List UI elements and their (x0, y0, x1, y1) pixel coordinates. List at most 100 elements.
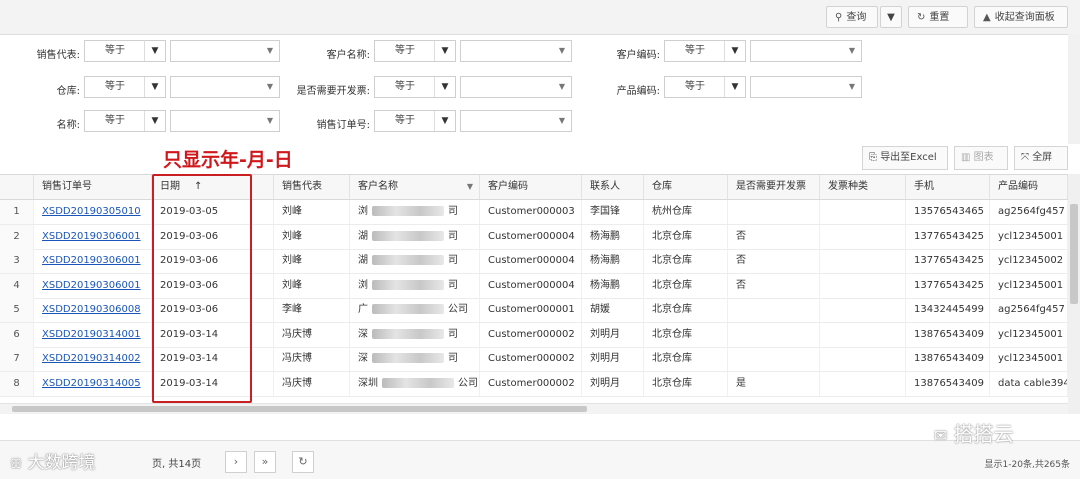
search-dropdown-button[interactable]: ▼ (880, 6, 902, 28)
name-label: 名称: (56, 120, 80, 131)
cell-code: Customer000004 (480, 224, 582, 249)
next-page-button[interactable]: › (225, 451, 247, 473)
cell-order-link[interactable]: XSDD20190314001 (34, 322, 152, 347)
collapse-panel-button[interactable]: ▲ 收起查询面板 (974, 6, 1068, 28)
customer-code-value[interactable]: ▼ (750, 40, 862, 62)
chart-button[interactable]: ▥ 图表 (954, 146, 1008, 170)
cell-customer-name: 湖司 (350, 224, 480, 249)
column-header[interactable]: 仓库 (644, 175, 728, 199)
column-header[interactable]: 销售代表 (274, 175, 350, 199)
cell-code: Customer000002 (480, 371, 582, 396)
last-page-button[interactable]: » (254, 451, 276, 473)
product-code-value[interactable]: ▼ (750, 76, 862, 98)
column-header[interactable]: 手机 (906, 175, 990, 199)
cell-phone: 13876543409 (906, 322, 990, 347)
customer-code-operator[interactable]: 等于 ▼ (664, 40, 746, 62)
cell-phone: 13776543425 (906, 273, 990, 298)
filter-scrollbar[interactable] (1068, 34, 1080, 144)
export-excel-button[interactable]: ⎘ 导出至Excel (862, 146, 948, 170)
cell-inv: 否 (728, 249, 820, 273)
reset-button[interactable]: ↻ 重置 (908, 6, 968, 28)
bar-chart-icon: ▥ (961, 152, 971, 163)
cell-code: Customer000001 (480, 298, 582, 322)
name-value[interactable]: ▼ (170, 110, 280, 132)
warehouse-value[interactable]: ▼ (170, 76, 280, 98)
column-header[interactable]: 客户名称 ▼ (350, 175, 480, 199)
cell-wh: 北京仓库 (644, 371, 728, 396)
sales-order-operator[interactable]: 等于 ▼ (374, 110, 456, 132)
product-code-operator[interactable]: 等于 ▼ (664, 76, 746, 98)
sales-order-value[interactable]: ▼ (460, 110, 572, 132)
cell-wh: 北京仓库 (644, 224, 728, 249)
name-operator[interactable]: 等于 ▼ (84, 110, 166, 132)
vertical-scrollbar[interactable] (1068, 174, 1080, 414)
cell-rep: 刘峰 (274, 224, 350, 249)
need-invoice-value[interactable]: ▼ (460, 76, 572, 98)
cell-inv (728, 200, 820, 224)
cell-contact: 刘明月 (582, 347, 644, 371)
sales-rep-operator[interactable]: 等于 ▼ (84, 40, 166, 62)
row-number: 3 (0, 249, 34, 273)
refresh-icon: ↻ (298, 455, 308, 468)
cell-invtype (820, 298, 906, 322)
cell-order-link[interactable]: XSDD20190306001 (34, 224, 152, 249)
chevron-down-icon: ▼ (848, 46, 855, 55)
fullscreen-icon: ⤧ (1021, 152, 1029, 163)
export-icon: ⎘ (869, 152, 877, 163)
cell-invtype (820, 224, 906, 249)
customer-name-value[interactable]: ▼ (460, 40, 572, 62)
column-header[interactable]: 发票种类 (820, 175, 906, 199)
cell-rep: 李峰 (274, 298, 350, 322)
cell-order-link[interactable]: XSDD20190314005 (34, 371, 152, 396)
cell-rep: 冯庆博 (274, 371, 350, 396)
chevron-down-icon: ▼ (558, 116, 565, 125)
sales-rep-value[interactable]: ▼ (170, 40, 280, 62)
column-header[interactable]: 是否需要开发票 (728, 175, 820, 199)
cell-order-link[interactable]: XSDD20190306001 (34, 249, 152, 273)
cell-order-link[interactable]: XSDD20190306001 (34, 273, 152, 298)
fullscreen-button[interactable]: ⤧ 全屏 (1014, 146, 1068, 170)
cell-inv: 是 (728, 371, 820, 396)
scrollbar-thumb[interactable] (1070, 204, 1078, 304)
row-number: 2 (0, 224, 34, 249)
cell-wh: 北京仓库 (644, 347, 728, 371)
search-icon: ⚲ (835, 12, 843, 23)
column-header[interactable]: 联系人 (582, 175, 644, 199)
cell-customer-name: 深司 (350, 347, 480, 371)
redacted-text (372, 230, 444, 241)
need-invoice-operator[interactable]: 等于 ▼ (374, 76, 456, 98)
cell-contact: 李国锋 (582, 200, 644, 224)
customer-code-label: 客户编码: (616, 50, 660, 61)
cell-contact: 刘明月 (582, 371, 644, 396)
column-header[interactable]: 产品编码 (990, 175, 1068, 199)
warehouse-operator[interactable]: 等于 ▼ (84, 76, 166, 98)
refresh-button[interactable]: ↻ (292, 451, 314, 473)
annotation-text: 只显示年-月-日 (163, 149, 293, 171)
search-button[interactable]: ⚲ 查询 (826, 6, 878, 28)
redacted-text (372, 353, 444, 363)
sales-order-label: 销售订单号: (316, 120, 370, 131)
column-header[interactable]: 销售订单号 (34, 175, 152, 199)
cell-customer-name: 浏司 (350, 200, 480, 224)
cell-product: ycl12345002 (990, 249, 1068, 273)
cell-wh: 北京仓库 (644, 322, 728, 347)
chevron-down-icon[interactable]: ▼ (467, 175, 473, 199)
column-header[interactable]: 客户编码 (480, 175, 582, 199)
chevron-down-icon: ▼ (144, 77, 165, 97)
customer-name-operator[interactable]: 等于 ▼ (374, 40, 456, 62)
row-number: 6 (0, 322, 34, 347)
cell-order-link[interactable]: XSDD20190314002 (34, 347, 152, 371)
cell-invtype (820, 273, 906, 298)
cell-product: ycl12345001 (990, 224, 1068, 249)
chevron-down-icon: ▼ (144, 41, 165, 61)
row-number: 8 (0, 371, 34, 396)
cell-contact: 杨海鹏 (582, 249, 644, 273)
horizontal-scrollbar[interactable] (0, 403, 1068, 414)
scrollbar-thumb[interactable] (12, 406, 587, 412)
cell-code: Customer000004 (480, 249, 582, 273)
page-total-text: 页, 共14页 (152, 459, 202, 470)
cell-rep: 冯庆博 (274, 322, 350, 347)
cell-order-link[interactable]: XSDD20190306008 (34, 298, 152, 322)
cell-order-link[interactable]: XSDD20190305010 (34, 200, 152, 224)
cell-inv (728, 347, 820, 371)
